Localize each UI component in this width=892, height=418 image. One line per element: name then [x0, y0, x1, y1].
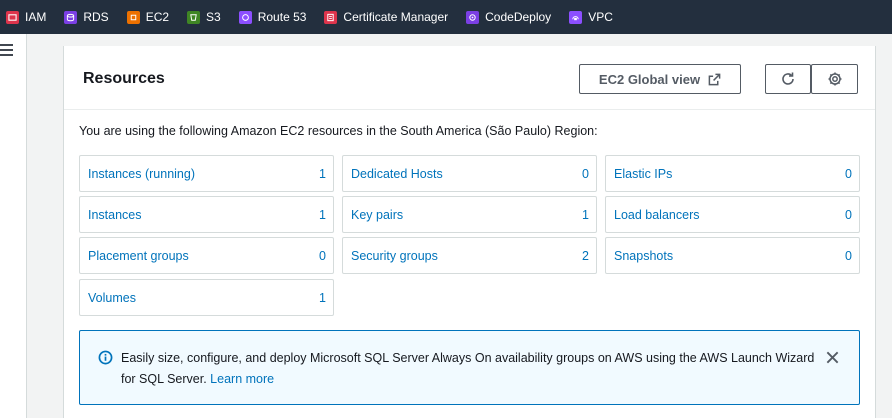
resource-snapshots[interactable]: Snapshots 0 [605, 237, 860, 274]
resources-intro: You are using the following Amazon EC2 r… [79, 124, 598, 138]
favorite-certificate-manager[interactable]: Certificate Manager [324, 0, 448, 34]
resource-count: 1 [319, 207, 326, 222]
resource-security-groups[interactable]: Security groups 2 [342, 237, 597, 274]
info-icon [98, 350, 113, 365]
resources-panel: Resources EC2 Global view You are using … [63, 46, 876, 418]
resource-count: 1 [582, 207, 589, 222]
refresh-button[interactable] [765, 64, 811, 94]
resource-count: 0 [845, 248, 852, 263]
ec2-global-view-label: EC2 Global view [598, 71, 701, 87]
resource-dedicated-hosts[interactable]: Dedicated Hosts 0 [342, 155, 597, 192]
resource-load-balancers[interactable]: Load balancers 0 [605, 196, 860, 233]
favorite-codedeploy[interactable]: CodeDeploy [466, 0, 551, 34]
favorite-s3[interactable]: S3 [187, 0, 221, 34]
resource-name: Elastic IPs [614, 166, 673, 181]
resource-count: 0 [845, 166, 852, 181]
resource-name: Placement groups [88, 248, 189, 263]
favorite-label: Certificate Manager [343, 10, 449, 24]
gear-icon [828, 72, 841, 86]
resource-count: 0 [845, 207, 852, 222]
favorite-vpc[interactable]: VPC [569, 0, 613, 34]
resource-key-pairs[interactable]: Key pairs 1 [342, 196, 597, 233]
ec2-icon [126, 10, 140, 24]
resource-instances-running[interactable]: Instances (running) 1 [79, 155, 334, 192]
side-navigation-strip [0, 34, 27, 418]
resource-name: Dedicated Hosts [351, 166, 443, 181]
vpc-icon [569, 10, 583, 24]
resources-header: Resources EC2 Global view [64, 46, 875, 110]
favorites-bar: IAM RDS EC2 S3 Route 53 Certificate Mana… [0, 0, 892, 34]
certificate-manager-icon [324, 10, 338, 24]
codedeploy-icon [466, 10, 480, 24]
favorite-ec2[interactable]: EC2 [126, 0, 170, 34]
resource-count: 0 [582, 166, 589, 181]
settings-button[interactable] [811, 64, 858, 94]
iam-icon [6, 10, 19, 24]
resource-count: 0 [319, 248, 326, 263]
ec2-global-view-button[interactable]: EC2 Global view [579, 64, 741, 94]
resource-count: 2 [582, 248, 589, 263]
favorite-iam[interactable]: IAM [6, 0, 46, 34]
resource-name: Security groups [351, 248, 438, 263]
menu-icon[interactable] [0, 44, 14, 58]
info-banner: Easily size, configure, and deploy Micro… [79, 330, 860, 405]
favorite-label: VPC [588, 10, 613, 24]
resource-name: Snapshots [614, 248, 674, 263]
favorite-label: IAM [25, 10, 47, 24]
resource-elastic-ips[interactable]: Elastic IPs 0 [605, 155, 860, 192]
close-icon[interactable] [825, 350, 840, 365]
resource-name: Load balancers [614, 207, 700, 222]
favorite-label: Route 53 [257, 10, 307, 24]
favorite-route53[interactable]: Route 53 [238, 0, 307, 34]
resource-count: 1 [319, 290, 326, 305]
resource-name: Key pairs [351, 207, 404, 222]
s3-icon [187, 10, 201, 24]
resource-volumes[interactable]: Volumes 1 [79, 279, 334, 316]
favorite-label: EC2 [145, 10, 170, 24]
resource-count: 1 [319, 166, 326, 181]
favorite-rds[interactable]: RDS [64, 0, 109, 34]
learn-more-link[interactable]: Learn more [210, 372, 274, 386]
resource-name: Instances (running) [88, 166, 196, 181]
external-link-icon [708, 73, 721, 85]
resource-instances[interactable]: Instances 1 [79, 196, 334, 233]
refresh-icon [782, 72, 794, 85]
resources-title: Resources [83, 70, 165, 87]
resource-name: Instances [88, 207, 142, 222]
rds-icon [64, 10, 78, 24]
favorite-label: CodeDeploy [485, 10, 552, 24]
favorite-label: S3 [206, 10, 221, 24]
info-banner-text: Easily size, configure, and deploy Micro… [121, 348, 821, 390]
favorite-label: RDS [83, 10, 109, 24]
route53-icon [238, 10, 252, 24]
resource-name: Volumes [88, 290, 136, 305]
resource-placement-groups[interactable]: Placement groups 0 [79, 237, 334, 274]
